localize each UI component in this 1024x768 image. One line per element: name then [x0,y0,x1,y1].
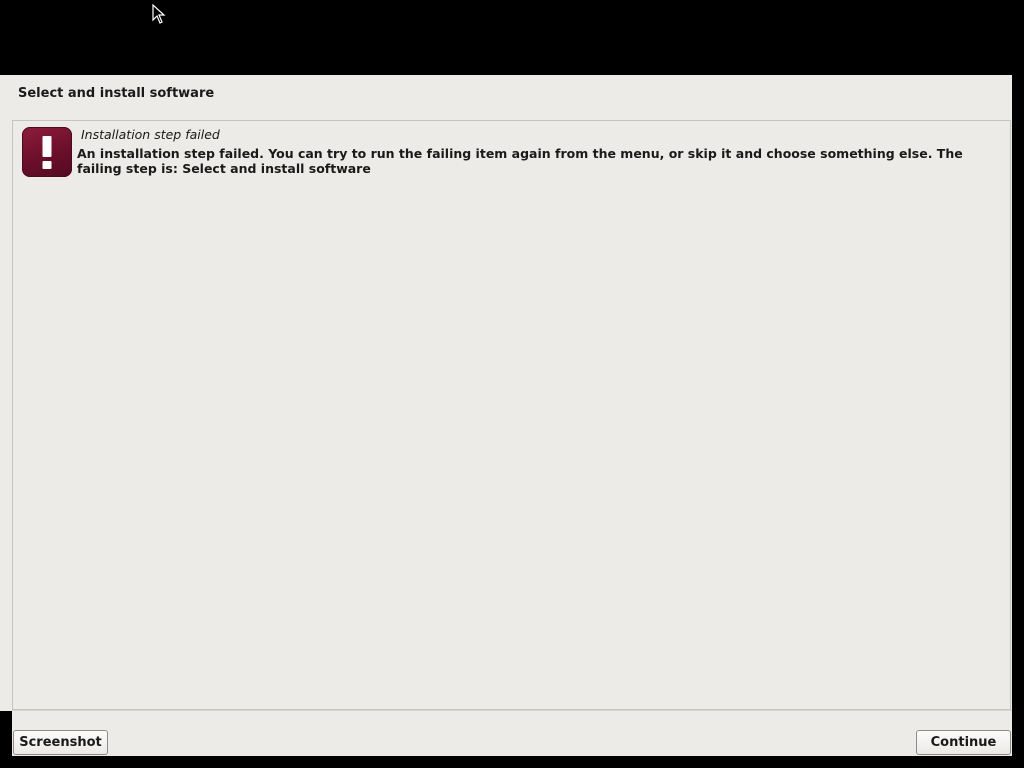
footer-divider [12,710,1012,711]
bottom-border [0,756,1024,768]
continue-button[interactable]: Continue [916,730,1011,755]
error-exclamation-icon [22,127,72,177]
right-border [1012,75,1024,768]
installer-window: Select and install software Installation… [0,75,1012,756]
screenshot-button[interactable]: Screenshot [13,730,108,755]
content-panel: Installation step failed An installation… [12,120,1011,710]
message-subtitle: Installation step failed [81,127,220,142]
message-body: An installation step failed. You can try… [77,146,963,176]
left-border [0,711,12,756]
mouse-cursor-icon [152,3,166,24]
page-title: Select and install software [18,86,215,101]
